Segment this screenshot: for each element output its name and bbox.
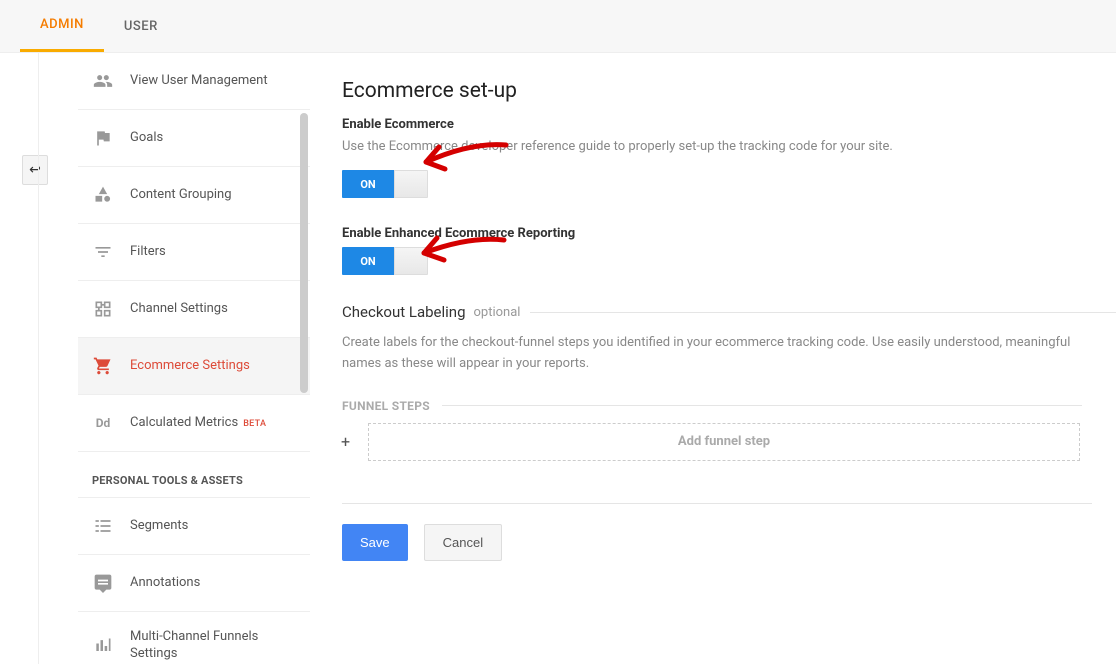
sidebar-item-label: Annotations: [130, 575, 200, 592]
enable-ecommerce-heading: Enable Ecommerce: [342, 117, 1116, 132]
segments-icon: [92, 515, 114, 537]
channel-icon: [92, 298, 114, 320]
enable-enhanced-heading: Enable Enhanced Ecommerce Reporting: [342, 226, 1116, 241]
divider: [442, 405, 1082, 406]
sidebar-item-label: Multi-Channel Funnels Settings: [130, 629, 258, 663]
back-arrow-icon: ↩: [29, 162, 41, 178]
checkout-labeling-title: Checkout Labeling: [342, 303, 466, 321]
annotations-icon: [92, 572, 114, 594]
toggle-knob: [394, 247, 428, 275]
sidebar-item-label: Content Grouping: [130, 187, 232, 204]
add-funnel-step-label: Add funnel step: [678, 434, 770, 449]
checkout-optional-label: optional: [474, 305, 521, 320]
sidebar-item-goals[interactable]: Goals: [78, 110, 310, 167]
page-title: Ecommerce set-up: [342, 79, 1116, 103]
sidebar-item-annotations[interactable]: Annotations: [78, 555, 310, 612]
sidebar-item-content-grouping[interactable]: Content Grouping: [78, 167, 310, 224]
back-button[interactable]: ↩: [22, 155, 48, 185]
funnel-steps-label: FUNNEL STEPS: [342, 399, 430, 413]
bars-icon: [92, 635, 114, 657]
sidebar-item-label: Channel Settings: [130, 301, 228, 318]
dd-icon: Dd: [92, 412, 114, 434]
people-icon: [92, 70, 114, 92]
checkout-desc: Create labels for the checkout-funnel st…: [342, 333, 1082, 375]
cancel-button[interactable]: Cancel: [424, 524, 502, 561]
sidebar-item-view-user-management[interactable]: View User Management: [78, 53, 310, 110]
sidebar-item-label: View User Management: [130, 73, 268, 90]
flag-icon: [92, 127, 114, 149]
sidebar-item-channel-settings[interactable]: Channel Settings: [78, 281, 310, 338]
toggle-on-label: ON: [342, 170, 394, 198]
enable-ecommerce-desc: Use the Ecommerce developer reference gu…: [342, 138, 1116, 156]
save-button[interactable]: Save: [342, 524, 408, 561]
divider: [530, 312, 1116, 313]
sidebar-item-label: Goals: [130, 130, 163, 147]
enable-ecommerce-toggle[interactable]: ON: [342, 170, 428, 198]
sidebar-item-segments[interactable]: Segments: [78, 498, 310, 555]
enable-enhanced-toggle[interactable]: ON: [342, 247, 428, 275]
divider: [342, 503, 1092, 504]
tab-user[interactable]: USER: [104, 2, 178, 51]
filter-icon: [92, 241, 114, 263]
plus-icon: +: [341, 432, 350, 451]
sidebar-item-label: Segments: [130, 518, 188, 535]
sidebar-item-ecommerce-settings[interactable]: Ecommerce Settings: [78, 338, 310, 395]
sidebar-section-title: PERSONAL TOOLS & ASSETS: [78, 452, 310, 498]
grouping-icon: [92, 184, 114, 206]
sidebar-item-label: Ecommerce Settings: [130, 358, 250, 375]
sidebar-item-multichannel-funnels[interactable]: Multi-Channel Funnels Settings: [78, 612, 310, 664]
cart-icon: [92, 355, 114, 377]
sidebar-item-label: Filters: [130, 244, 166, 261]
tab-admin[interactable]: ADMIN: [20, 0, 104, 52]
divider-vertical: [38, 53, 39, 664]
sidebar-scrollbar[interactable]: [300, 113, 308, 393]
toggle-on-label: ON: [342, 247, 394, 275]
sidebar-item-filters[interactable]: Filters: [78, 224, 310, 281]
toggle-knob: [394, 170, 428, 198]
add-funnel-step-button[interactable]: + Add funnel step: [368, 423, 1080, 461]
sidebar-item-label: Calculated MetricsBETA: [130, 415, 266, 432]
sidebar-item-calculated-metrics[interactable]: Dd Calculated MetricsBETA: [78, 395, 310, 452]
